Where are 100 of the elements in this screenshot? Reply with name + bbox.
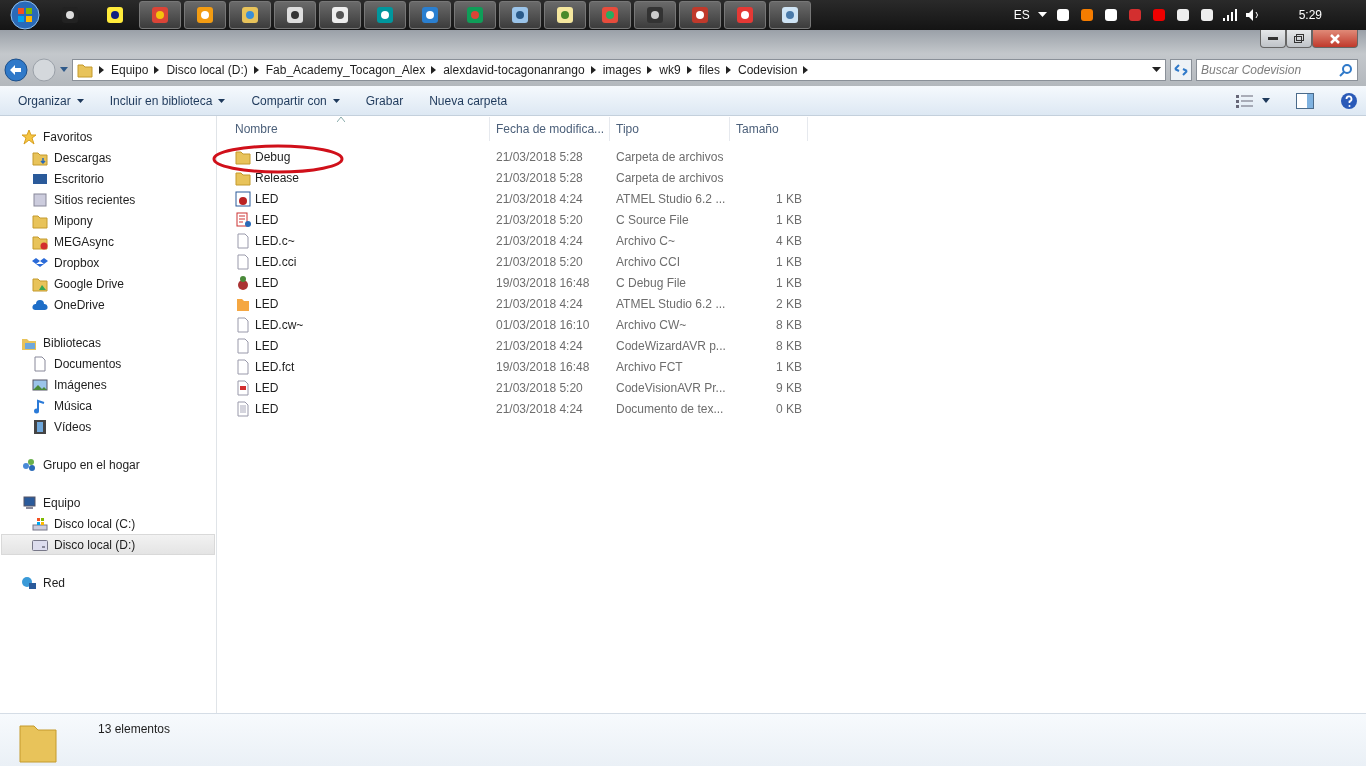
sidebar-item[interactable]: OneDrive (1, 294, 215, 315)
chevron-icon[interactable] (803, 66, 810, 74)
date-cell-text: 21/03/2018 5:20 (495, 211, 584, 229)
sidebar-item[interactable]: Vídeos (1, 416, 215, 437)
column-header[interactable]: Nombre (217, 117, 490, 141)
sidebar-item[interactable]: Disco local (C:) (1, 513, 215, 534)
file-name[interactable]: Release (255, 168, 300, 187)
date-cell-text: 21/03/2018 5:20 (495, 253, 584, 271)
sidebar-item[interactable]: MEGAsync (1, 231, 215, 252)
sidebar-item[interactable]: Favoritos (1, 126, 215, 147)
item-count: 13 elementos (98, 721, 171, 738)
chevron-icon[interactable] (590, 66, 597, 74)
language-indicator[interactable]: ES (1013, 6, 1030, 24)
taskbar-button[interactable] (274, 1, 316, 29)
sidebar-item[interactable]: Escritorio (1, 168, 215, 189)
taskbar-button[interactable] (184, 1, 226, 29)
sidebar-item[interactable]: Disco local (D:) (1, 534, 215, 555)
toolbar-button[interactable]: Incluir en biblioteca (99, 89, 236, 112)
search-field[interactable]: Buscar Codevision (1196, 59, 1358, 81)
sidebar-item[interactable]: Música (1, 395, 215, 416)
sidebar-item[interactable]: Mipony (1, 210, 215, 231)
caret-icon[interactable] (1262, 98, 1270, 103)
chevron-icon[interactable] (253, 66, 260, 74)
sidebar-item[interactable]: Equipo (1, 492, 215, 513)
file-name[interactable]: Debug (255, 147, 291, 166)
taskbar-button[interactable] (499, 1, 541, 29)
file-name[interactable]: LED (255, 378, 279, 397)
taskbar-button[interactable] (319, 1, 361, 29)
taskbar-button[interactable] (724, 1, 766, 29)
size-cell: 0 KB (776, 401, 802, 416)
file-name[interactable]: LED (255, 294, 279, 313)
taskbar-button[interactable] (364, 1, 406, 29)
chevron-icon[interactable] (686, 66, 693, 74)
taskbar-button[interactable] (769, 1, 811, 29)
breadcrumb[interactable]: Fab_Academy_Tocagon_Alex (265, 61, 426, 79)
breadcrumb[interactable]: alexdavid-tocagonanrango (443, 61, 585, 79)
chevron-icon[interactable] (431, 66, 438, 74)
sidebar-item[interactable]: Imágenes (1, 374, 215, 395)
file-name[interactable]: LED.cci (255, 252, 297, 271)
file-icon (235, 316, 251, 333)
column-header[interactable]: Fecha de modifica... (490, 117, 610, 141)
file-name[interactable]: LED (255, 399, 279, 418)
taskbar-button[interactable] (139, 1, 181, 29)
caret-icon[interactable] (1037, 12, 1047, 18)
file-name[interactable]: LED.fct (255, 357, 295, 376)
maximize-button[interactable] (1286, 30, 1312, 48)
caret-icon[interactable] (1152, 67, 1161, 73)
view-options-button[interactable] (1236, 93, 1256, 108)
taskbar-button[interactable] (679, 1, 721, 29)
sidebar-item[interactable]: Sitios recientes (1, 189, 215, 210)
taskbar-button[interactable] (229, 1, 271, 29)
file-name[interactable]: LED (255, 273, 279, 292)
taskbar-button[interactable] (544, 1, 586, 29)
taskbar-button[interactable] (634, 1, 676, 29)
chevron-icon[interactable] (99, 66, 105, 74)
breadcrumb[interactable]: images (602, 61, 642, 79)
toolbar-button[interactable]: Compartir con (241, 89, 350, 112)
file-name[interactable]: LED.cw~ (255, 315, 304, 334)
sidebar-item[interactable]: Bibliotecas (1, 332, 215, 353)
sidebar-item[interactable]: Documentos (1, 353, 215, 374)
chevron-icon[interactable] (726, 66, 732, 74)
breadcrumb[interactable]: Disco local (D:) (166, 61, 248, 79)
chevron-icon[interactable] (154, 66, 161, 74)
breadcrumb[interactable]: Equipo (111, 61, 149, 79)
date-cell-text: 21/03/2018 4:24 (495, 190, 584, 208)
search-icon[interactable] (1339, 63, 1353, 77)
toolbar-button[interactable]: Grabar (355, 89, 414, 112)
column-header[interactable]: Tipo (610, 117, 730, 141)
breadcrumb[interactable]: files (698, 61, 720, 79)
clock[interactable]: 5:29 (1298, 6, 1322, 24)
back-button[interactable] (4, 58, 28, 82)
refresh-button[interactable] (1170, 59, 1192, 81)
help-button[interactable] (1340, 91, 1358, 110)
chevron-icon[interactable] (647, 66, 654, 74)
sidebar-item[interactable]: Red (1, 572, 215, 593)
speaker-icon[interactable] (1244, 8, 1261, 22)
file-name[interactable]: LED (255, 189, 279, 208)
file-name[interactable]: LED.c~ (255, 231, 295, 250)
sidebar-item[interactable]: Grupo en el hogar (1, 454, 215, 475)
sidebar-item[interactable]: Google Drive (1, 273, 215, 294)
breadcrumb[interactable]: Codevision (738, 61, 798, 79)
signal-icon[interactable] (1222, 9, 1237, 21)
file-name[interactable]: LED (255, 210, 279, 229)
date-cell-text: 21/03/2018 4:24 (495, 337, 584, 355)
column-header[interactable]: Tamaño (730, 117, 808, 141)
preview-pane-button[interactable] (1296, 92, 1314, 109)
file-icon (235, 232, 251, 249)
file-name[interactable]: LED (255, 336, 279, 355)
breadcrumb[interactable]: wk9 (659, 61, 681, 79)
minimize-button[interactable] (1260, 30, 1286, 48)
toolbar-button[interactable]: Nueva carpeta (419, 89, 518, 112)
size-cell: 1 KB (776, 359, 802, 374)
app-window-icon (235, 190, 251, 207)
close-button[interactable] (1312, 30, 1358, 48)
taskbar-button[interactable] (409, 1, 451, 29)
recent-places-icon (32, 191, 48, 208)
toolbar-button[interactable]: Organizar (8, 89, 94, 112)
sidebar-item[interactable]: Dropbox (1, 252, 215, 273)
sidebar-item[interactable]: Descargas (1, 147, 215, 168)
size-cell: 1 KB (776, 191, 802, 206)
